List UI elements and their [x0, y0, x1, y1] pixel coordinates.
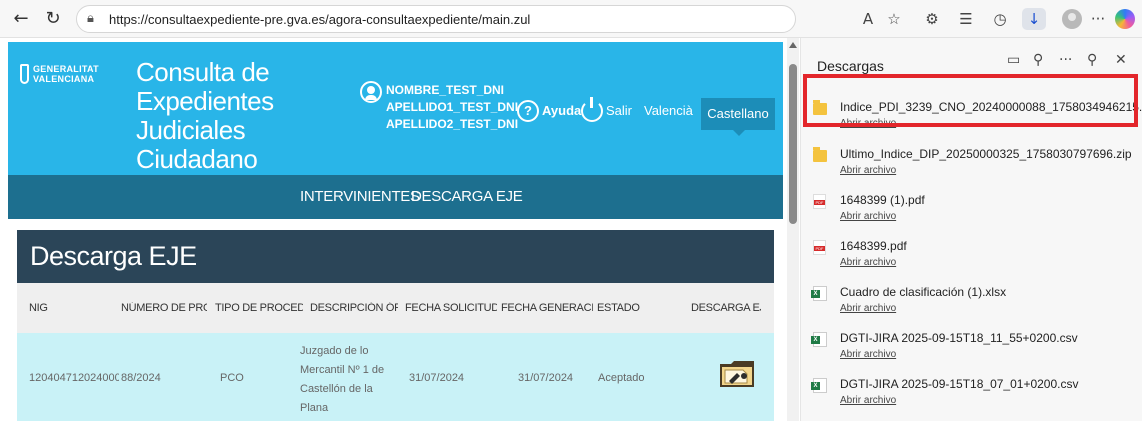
cell-fecha-generacion: 31/07/2024: [518, 372, 574, 384]
cell-fecha-solicitud: 31/07/2024: [409, 372, 465, 384]
open-file-link[interactable]: Abrir archivo: [840, 165, 896, 176]
excel-file-icon: [811, 286, 827, 301]
col-tipo[interactable]: TIPO DE PROCEDIMIEN: [215, 302, 303, 314]
reload-icon[interactable]: ↻: [42, 8, 64, 30]
more-options-icon[interactable]: ···: [1059, 52, 1072, 68]
download-filename[interactable]: Ultimo_Indice_DIP_20250000325_1758030797…: [840, 147, 1132, 161]
copilot-icon[interactable]: [1115, 9, 1135, 29]
download-filename[interactable]: 1648399.pdf: [840, 239, 907, 253]
download-eje-icon[interactable]: [717, 356, 757, 390]
pdf-file-icon: [813, 240, 826, 255]
csv-file-icon: [811, 378, 827, 393]
download-item[interactable]: DGTI-JIRA 2025-09-15T18_07_01+0200.csv A…: [801, 374, 1142, 420]
open-file-link[interactable]: Abrir archivo: [840, 395, 896, 406]
open-file-link[interactable]: Abrir archivo: [840, 211, 896, 222]
pdf-file-icon: [813, 194, 826, 209]
zip-folder-icon: [813, 147, 827, 162]
lang-valencia-link[interactable]: Valencià: [644, 103, 693, 118]
logo-line-2: VALENCIANA: [33, 74, 95, 84]
user-icon: [360, 81, 382, 103]
favorite-star-icon[interactable]: ☆: [882, 8, 906, 30]
web-page: GENERALITAT VALENCIANA Consulta de Exped…: [0, 38, 800, 421]
col-nig[interactable]: NIG: [29, 302, 99, 314]
read-aloud-icon[interactable]: A: [856, 8, 880, 30]
back-arrow-icon[interactable]: ←: [10, 8, 32, 30]
download-item[interactable]: 1648399.pdf Abrir archivo: [801, 236, 1142, 282]
site-header: GENERALITAT VALENCIANA Consulta de Exped…: [8, 42, 783, 175]
col-fecha-generacion[interactable]: FECHA GENERACIÓN: [501, 302, 593, 314]
nav-intervinientes[interactable]: INTERVINIENTES: [300, 188, 420, 205]
download-item[interactable]: 1648399 (1).pdf Abrir archivo: [801, 190, 1142, 236]
title-line-3: Ciudadano: [136, 144, 258, 174]
pin-icon[interactable]: ⚲: [1087, 52, 1097, 68]
extensions-icon[interactable]: ⚙: [920, 8, 944, 30]
generalitat-logo[interactable]: GENERALITAT VALENCIANA: [20, 64, 110, 94]
download-filename[interactable]: Cuadro de clasificación (1).xlsx: [840, 285, 1006, 299]
col-estado[interactable]: ESTADO: [597, 302, 657, 314]
col-descripcion[interactable]: DESCRIPCIÓN ÓRGANO: [310, 302, 398, 314]
cell-tipo: PCO: [220, 372, 244, 384]
table-row: 1204047120240000 88/2024 PCO Juzgado de …: [17, 333, 774, 421]
logo-line-1: GENERALITAT: [33, 64, 99, 74]
help-icon[interactable]: ?: [517, 100, 539, 122]
col-descarga-eje[interactable]: DESCARGA EJE: [691, 302, 761, 314]
power-icon[interactable]: [581, 97, 603, 122]
csv-file-icon: [811, 332, 827, 347]
highlight-box: [803, 74, 1138, 127]
download-filename[interactable]: DGTI-JIRA 2025-09-15T18_11_55+0200.csv: [840, 331, 1078, 345]
favorites-icon[interactable]: ☰: [954, 8, 978, 30]
downloads-icon[interactable]: ↓: [1022, 8, 1046, 30]
user-first-name: NOMBRE_TEST_DNI: [386, 83, 505, 97]
history-icon[interactable]: ◷: [988, 8, 1012, 30]
cell-nig: 1204047120240000: [29, 372, 119, 384]
profile-avatar[interactable]: [1062, 9, 1082, 29]
cell-estado: Aceptado: [598, 372, 645, 384]
lang-castellano-button[interactable]: Castellano: [701, 98, 775, 136]
download-item[interactable]: DGTI-JIRA 2025-09-15T18_11_55+0200.csv A…: [801, 328, 1142, 374]
download-filename[interactable]: DGTI-JIRA 2025-09-15T18_07_01+0200.csv: [840, 377, 1078, 391]
download-item[interactable]: Ultimo_Indice_DIP_20250000325_1758030797…: [801, 144, 1142, 190]
open-file-link[interactable]: Abrir archivo: [840, 257, 896, 268]
scroll-up-arrow-icon[interactable]: [789, 42, 797, 48]
user-name: NOMBRE_TEST_DNI APELLIDO1_TEST_DNI APELL…: [386, 82, 518, 133]
title-line-2: Expedientes Judiciales: [136, 86, 274, 145]
col-fecha-solicitud[interactable]: FECHA SOLICITUD: [405, 302, 497, 314]
title-line-1: Consulta de: [136, 57, 270, 87]
nav-descarga-eje[interactable]: DESCARGA EJE: [411, 188, 523, 205]
shield-icon: [20, 64, 29, 84]
close-icon[interactable]: ✕: [1115, 52, 1127, 68]
url-text[interactable]: https://consultaexpediente-pre.gva.es/ag…: [109, 12, 530, 27]
col-numero[interactable]: NÚMERO DE PROCEDI: [121, 302, 207, 314]
address-bar[interactable]: 🔒︎ https://consultaexpediente-pre.gva.es…: [76, 5, 796, 33]
lock-icon[interactable]: 🔒︎: [87, 11, 94, 26]
help-link[interactable]: Ayuda: [542, 103, 581, 118]
user-surname-1: APELLIDO1_TEST_DNI: [386, 100, 519, 114]
download-item[interactable]: Cuadro de clasificación (1).xlsx Abrir a…: [801, 282, 1142, 328]
cell-numero: 88/2024: [121, 372, 161, 384]
table-header: NIG NÚMERO DE PROCEDI TIPO DE PROCEDIMIE…: [17, 283, 774, 333]
site-title: Consulta de Expedientes Judiciales Ciuda…: [136, 58, 371, 174]
search-icon[interactable]: ⚲: [1033, 52, 1043, 68]
cell-descripcion: Juzgado de lo Mercantil Nº 1 de Castelló…: [300, 345, 385, 414]
open-folder-icon[interactable]: ▭: [1007, 52, 1020, 68]
downloads-title: Descargas: [817, 58, 884, 74]
browser-toolbar: ← ↻ 🔒︎ https://consultaexpediente-pre.gv…: [0, 0, 1142, 38]
logout-link[interactable]: Salir: [606, 103, 632, 118]
download-filename[interactable]: 1648399 (1).pdf: [840, 193, 925, 207]
main-nav: INTERVINIENTES DESCARGA EJE: [8, 175, 783, 219]
open-file-link[interactable]: Abrir archivo: [840, 303, 896, 314]
open-file-link[interactable]: Abrir archivo: [840, 349, 896, 360]
page-scrollbar[interactable]: [787, 38, 799, 421]
scroll-thumb[interactable]: [789, 64, 797, 224]
more-icon[interactable]: ···: [1086, 8, 1110, 30]
section-title: Descarga EJE: [17, 230, 774, 283]
user-surname-2: APELLIDO2_TEST_DNI: [386, 117, 519, 131]
